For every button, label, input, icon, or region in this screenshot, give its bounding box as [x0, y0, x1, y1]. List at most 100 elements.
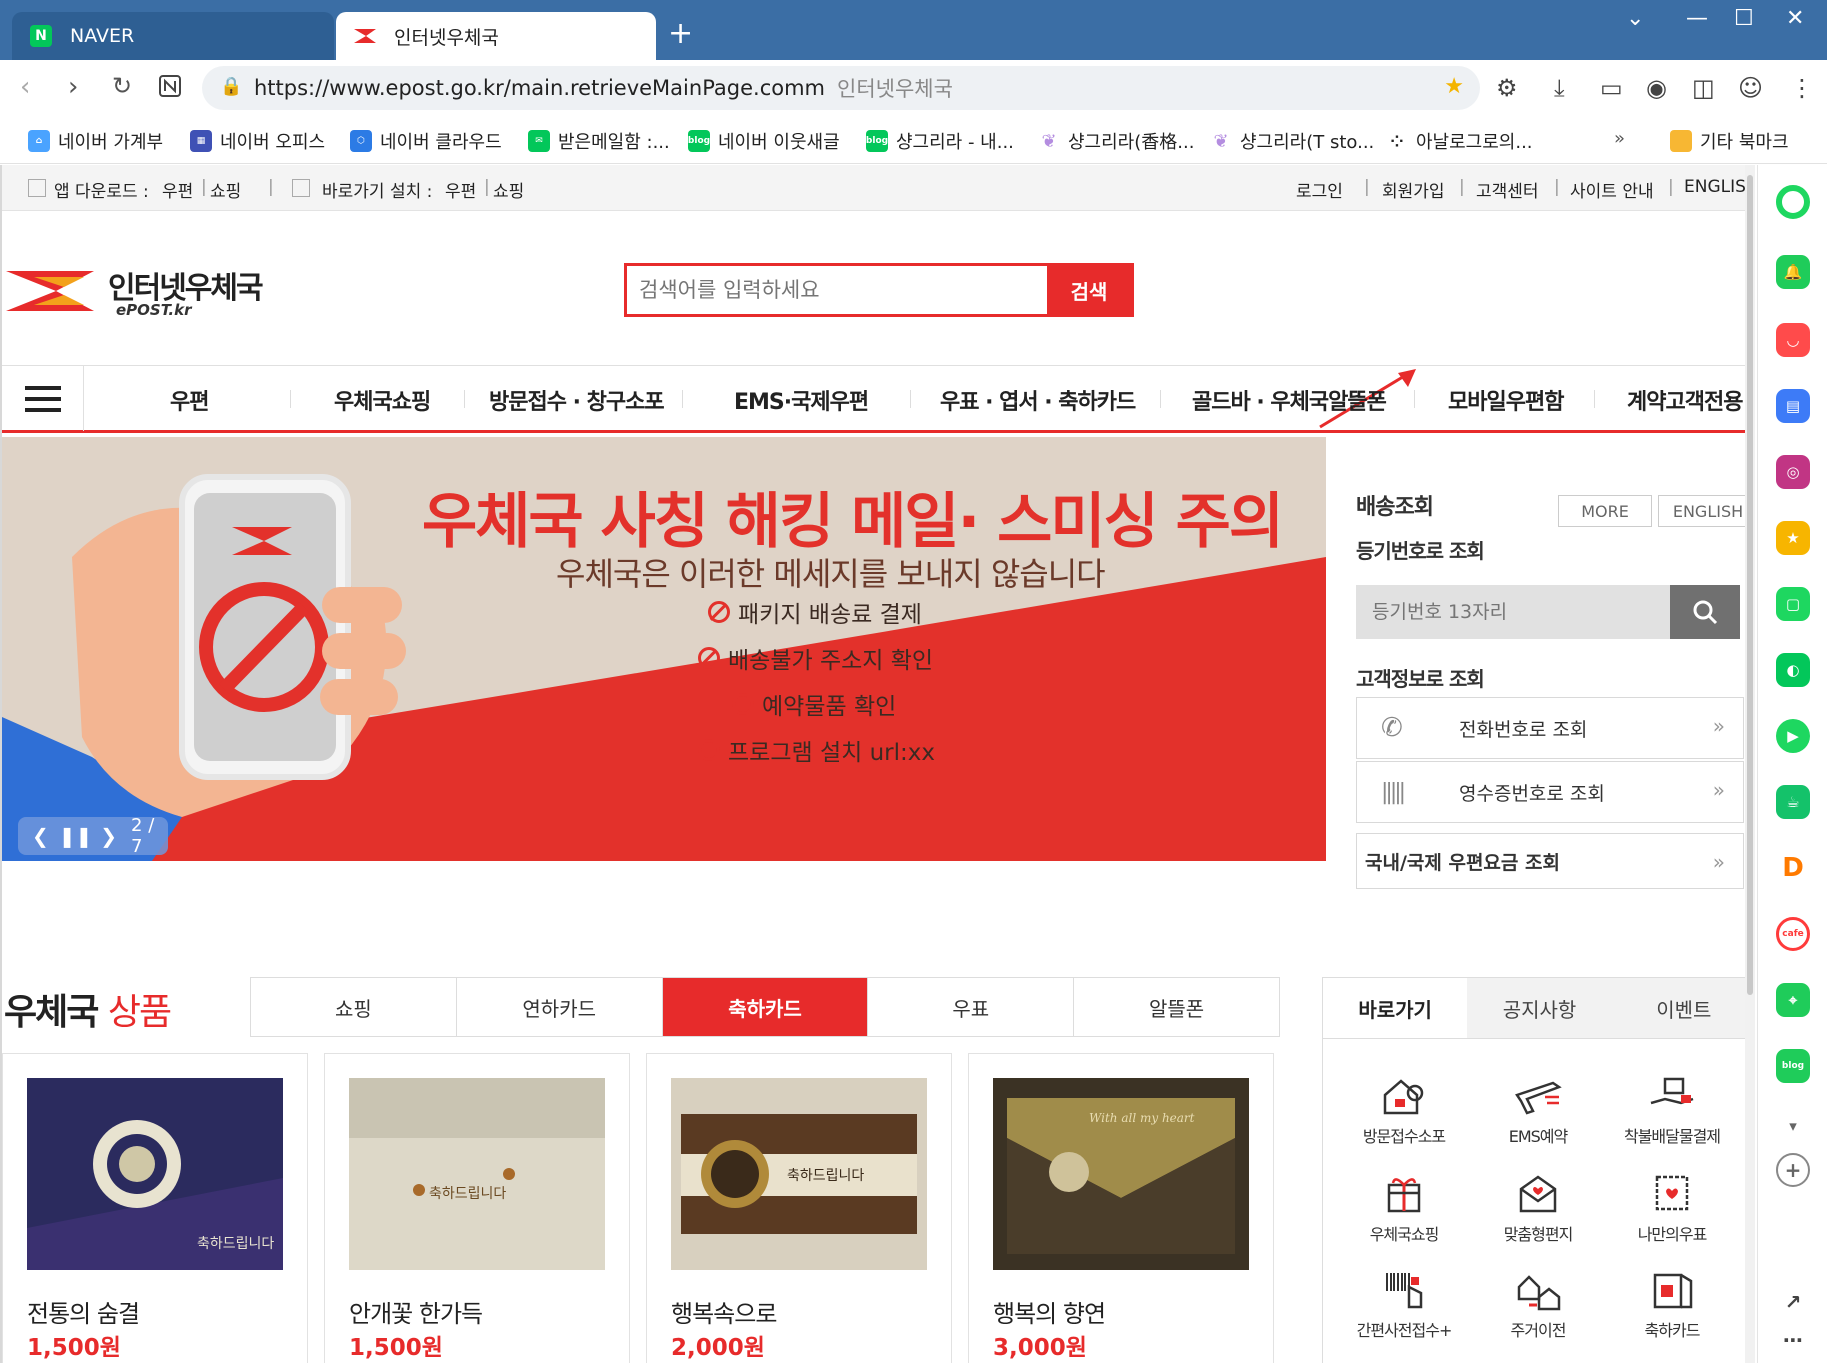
tab-mvno[interactable]: 알뜰폰	[1074, 978, 1279, 1036]
papago-icon[interactable]: ◐	[1776, 653, 1810, 687]
shortcut-shopping-link[interactable]: 쇼핑	[493, 177, 524, 202]
forward-icon[interactable]: ›	[68, 72, 78, 102]
briefcase-icon[interactable]: ▤	[1776, 389, 1810, 423]
bookmark-item[interactable]: ❦ 샹그리라(T sto...	[1210, 128, 1374, 154]
coffee-icon[interactable]: ☕	[1776, 785, 1810, 819]
search-button[interactable]: 검색	[1047, 266, 1131, 314]
phone-lookup-row[interactable]: ✆ 전화번호로 조회 »	[1356, 697, 1744, 759]
chevron-down-icon[interactable]: ▾	[1776, 1109, 1810, 1143]
signup-link[interactable]: 회원가입	[1382, 177, 1445, 202]
screenshot-icon[interactable]: ◉	[1646, 74, 1667, 102]
epost-logo[interactable]: 인터넷우체국 ePOST.kr	[4, 261, 284, 321]
more-dots-icon[interactable]: ⋯	[1776, 1323, 1810, 1357]
url-field[interactable]: 🔒 https://www.epost.go.kr/main.retrieveM…	[202, 66, 1480, 110]
tab-shopping[interactable]: 쇼핑	[251, 978, 457, 1036]
extensions-icon[interactable]: ⚙	[1496, 74, 1518, 102]
minimize-icon[interactable]: —	[1686, 6, 1708, 31]
tab-list-chevron-icon[interactable]: ⌄	[1626, 6, 1644, 31]
tab-epost[interactable]: 인터넷우체국	[336, 12, 656, 60]
tab-shortcuts[interactable]: 바로가기	[1323, 978, 1468, 1038]
shortcut-post-link[interactable]: 우편	[445, 177, 476, 202]
customer-center-link[interactable]: 고객센터	[1476, 177, 1539, 202]
close-icon[interactable]: ✕	[1786, 6, 1804, 31]
quick-link-greeting-card[interactable]: 축하카드	[1607, 1267, 1737, 1341]
green-circle-icon[interactable]	[1776, 185, 1810, 219]
profile-avatar[interactable]: ☺	[1738, 74, 1763, 102]
prev-slide-icon[interactable]: ❮	[32, 824, 49, 848]
split-view-icon[interactable]: ◫	[1692, 74, 1715, 102]
tracking-search-button[interactable]	[1670, 585, 1740, 639]
app-download-shopping-link[interactable]: 쇼핑	[210, 177, 241, 202]
d-logo-icon[interactable]: D	[1776, 851, 1810, 885]
bookmark-item[interactable]: ✉ 받은메일함 :...	[528, 128, 670, 154]
star-icon[interactable]: ★	[1776, 521, 1810, 555]
hamburger-menu-icon[interactable]	[2, 366, 84, 431]
nav-mobile-mailbox[interactable]: 모바일우편함	[1448, 384, 1564, 416]
bookmark-item[interactable]: ⬡ 네이버 클라우드	[350, 128, 502, 154]
add-icon[interactable]: +	[1776, 1153, 1810, 1187]
tab-notices[interactable]: 공지사항	[1467, 978, 1612, 1038]
capture-icon[interactable]: ▭	[1600, 74, 1623, 102]
bookmark-overflow-button[interactable]: »	[1614, 128, 1625, 149]
search-input[interactable]	[627, 266, 1047, 314]
blog-icon[interactable]: blog	[1776, 1049, 1810, 1083]
bookmark-star-icon[interactable]: ★	[1444, 74, 1464, 99]
pause-icon[interactable]: ❚❚	[59, 824, 93, 848]
map-pin-icon[interactable]: ⌖	[1776, 983, 1810, 1017]
postage-rates-row[interactable]: 국내/국제 우편요금 조회 »	[1356, 833, 1744, 889]
pocket-icon[interactable]: ◡	[1776, 323, 1810, 357]
download-icon[interactable]: ⤓	[1554, 74, 1565, 102]
tab-stamps[interactable]: 우표	[868, 978, 1075, 1036]
quick-link-custom-letter[interactable]: 맞춤형편지	[1473, 1171, 1603, 1245]
quick-link-ems[interactable]: EMS예약	[1473, 1073, 1603, 1147]
tab-newyear-card[interactable]: 연하카드	[457, 978, 663, 1036]
login-link[interactable]: 로그인	[1296, 177, 1343, 202]
bookmark-item[interactable]: ⌂ 네이버 가계부	[28, 128, 163, 154]
page-scrollbar[interactable]	[1745, 165, 1755, 1363]
naver-home-icon[interactable]	[158, 74, 182, 105]
delivery-more-button[interactable]: MORE	[1558, 495, 1652, 527]
site-guide-link[interactable]: 사이트 안내	[1570, 177, 1654, 202]
delivery-english-button[interactable]: ENGLISH	[1658, 495, 1755, 527]
back-icon[interactable]: ‹	[20, 72, 30, 102]
green-square-icon[interactable]: ▢	[1776, 587, 1810, 621]
main-banner[interactable]: 우체국 사칭 해킹 메일· 스미싱 주의 우체국은 이러한 메세지를 보내지 않…	[2, 437, 1326, 861]
bookmark-item[interactable]: ▦ 네이버 오피스	[190, 128, 325, 154]
tracking-number-input[interactable]	[1356, 585, 1656, 639]
product-card[interactable]: With all my heart 행복의 향연 3,000원	[968, 1053, 1274, 1363]
external-link-icon[interactable]: ↗	[1776, 1285, 1810, 1319]
product-card[interactable]: 축하드립니다 전통의 숨결 1,500원	[2, 1053, 308, 1363]
bookmark-item[interactable]: ⁘ 아날로그로의...	[1386, 128, 1533, 154]
maximize-icon[interactable]: ☐	[1734, 6, 1754, 31]
menu-dots-icon[interactable]: ⋮	[1790, 74, 1814, 102]
app-download-post-link[interactable]: 우편	[162, 177, 193, 202]
nav-post[interactable]: 우편	[170, 384, 209, 416]
nav-stamps[interactable]: 우표 · 엽서 · 축하카드	[940, 384, 1136, 416]
receipt-lookup-row[interactable]: ||||| 영수증번호로 조회 »	[1356, 761, 1744, 823]
quick-link-shopping[interactable]: 우체국쇼핑	[1339, 1171, 1469, 1245]
play-icon[interactable]: ▶	[1776, 719, 1810, 753]
next-slide-icon[interactable]: ❯	[100, 824, 117, 848]
quick-link-cod-payment[interactable]: 착불배달물결제	[1607, 1073, 1737, 1147]
new-tab-button[interactable]: +	[668, 16, 693, 51]
notification-bell-icon[interactable]: 🔔	[1776, 255, 1810, 289]
bookmark-item[interactable]: blog 샹그리라 - 내...	[866, 128, 1014, 154]
bookmark-folder[interactable]: 기타 북마크	[1670, 128, 1789, 154]
product-card[interactable]: 축하드립니다 안개꽃 한가득 1,500원	[324, 1053, 630, 1363]
quick-link-visit-pickup[interactable]: 방문접수소포	[1339, 1073, 1469, 1147]
quick-link-address-change[interactable]: 주거이전	[1473, 1267, 1603, 1341]
nav-contract[interactable]: 계약고객전용	[1627, 384, 1743, 416]
quick-link-my-stamp[interactable]: 나만의우표	[1607, 1171, 1737, 1245]
tab-naver[interactable]: N NAVER	[12, 12, 334, 60]
nav-shopping[interactable]: 우체국쇼핑	[334, 384, 431, 416]
product-card[interactable]: 축하드립니다 행복속으로 2,000원	[646, 1053, 952, 1363]
bookmark-item[interactable]: ❦ 샹그리라(香格...	[1038, 128, 1194, 154]
nav-pickup[interactable]: 방문접수 · 창구소포	[489, 384, 665, 416]
nav-goldbar[interactable]: 골드바 · 우체국알뜰폰	[1192, 384, 1387, 416]
nav-ems[interactable]: EMS·국제우편	[734, 384, 869, 416]
quick-link-pre-receipt[interactable]: 간편사전접수+	[1339, 1267, 1469, 1341]
tab-events[interactable]: 이벤트	[1611, 978, 1755, 1038]
reload-icon[interactable]: ↻	[112, 72, 132, 100]
cafe-icon[interactable]: cafe	[1776, 917, 1810, 951]
bookmark-item[interactable]: blog 네이버 이웃새글	[688, 128, 840, 154]
